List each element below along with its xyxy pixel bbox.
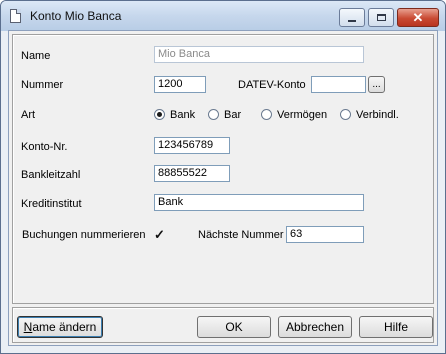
art-label: Art [21,109,36,121]
rename-button[interactable]: Name ändern [17,316,103,338]
rename-mnemonic: N [23,320,33,334]
close-icon: ✕ [412,9,424,25]
title-bar[interactable]: Konto Mio Banca ✕ [1,1,445,31]
blz-label: Bankleitzahl [21,169,81,181]
radio-bank[interactable] [154,109,165,120]
document-icon [10,9,21,23]
kontonr-field[interactable]: 123456789 [154,137,230,154]
maximize-icon [376,14,386,21]
maximize-button[interactable] [368,8,394,27]
radio-vermoegen[interactable] [261,109,272,120]
name-label: Name [21,50,51,62]
buchungen-checkbox[interactable]: ✓ [154,227,165,242]
kontonr-label: Konto-Nr. [21,141,68,153]
minimize-button[interactable] [339,8,365,27]
window-title: Konto Mio Banca [30,9,122,23]
close-button[interactable]: ✕ [397,8,439,27]
checkmark-icon: ✓ [154,227,165,242]
blz-field[interactable]: 88855522 [154,165,230,182]
rename-label: ame ändern [32,320,97,334]
radio-verbindl-label[interactable]: Verbindl. [356,109,399,121]
ok-button[interactable]: OK [197,316,271,338]
dialog-client: Name Mio Banca Nummer 1200 DATEV-Konto .… [8,30,438,346]
radio-bar-label[interactable]: Bar [224,109,241,121]
naechste-field[interactable]: 63 [286,226,364,243]
naechste-label: Nächste Nummer [198,229,284,241]
minimize-icon [348,19,356,22]
kreditinstitut-field[interactable]: Bank [154,194,364,211]
datev-label: DATEV-Konto [238,79,306,91]
buchungen-label: Buchungen nummerieren [22,229,146,241]
datev-browse-button[interactable]: ... [368,76,385,93]
name-field[interactable]: Mio Banca [154,46,364,63]
radio-verbindl[interactable] [340,109,351,120]
nummer-field[interactable]: 1200 [154,76,206,93]
form-panel: Name Mio Banca Nummer 1200 DATEV-Konto .… [12,34,434,304]
help-button[interactable]: Hilfe [359,316,433,338]
radio-bar[interactable] [208,109,219,120]
nummer-label: Nummer [21,79,64,91]
radio-vermoegen-label[interactable]: Vermögen [277,109,327,121]
cancel-button[interactable]: Abbrechen [278,316,352,338]
kreditinstitut-label: Kreditinstitut [21,198,82,210]
button-panel: Name ändern OK Abbrechen Hilfe [12,307,434,343]
radio-bank-label[interactable]: Bank [170,109,195,121]
dialog-window: Konto Mio Banca ✕ Name Mio Banca Nummer … [0,0,446,354]
datev-field[interactable] [311,76,366,93]
